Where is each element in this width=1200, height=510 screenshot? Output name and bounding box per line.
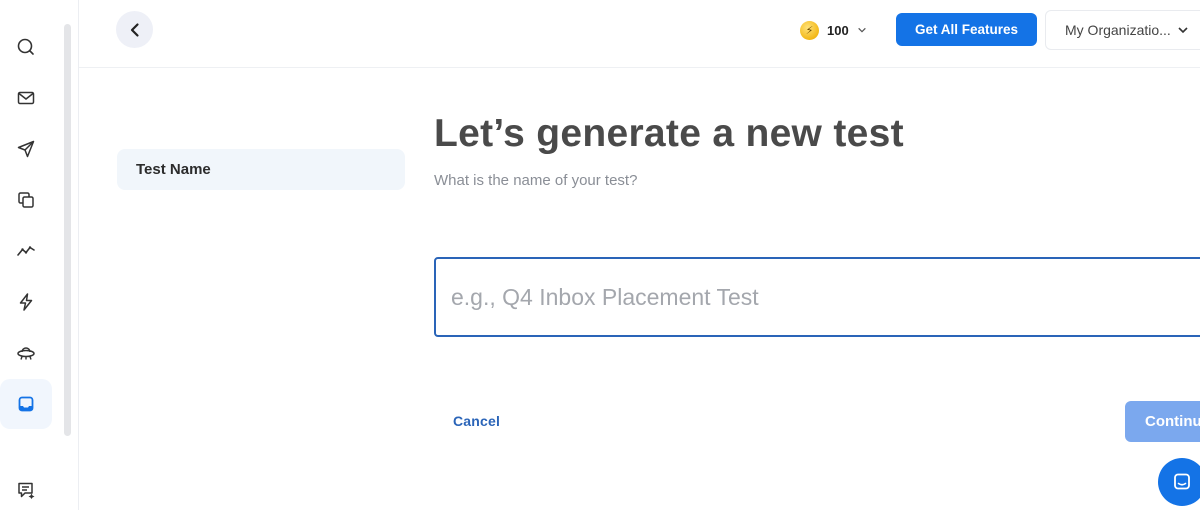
continue-button[interactable]: Continu	[1125, 401, 1200, 442]
credits-count: 100	[827, 22, 849, 38]
back-button[interactable]	[116, 11, 153, 48]
sidebar-item-mail[interactable]	[0, 73, 52, 123]
page-title: Let’s generate a new test	[434, 112, 904, 155]
analytics-icon	[17, 246, 35, 256]
sidebar-item-search[interactable]	[0, 22, 52, 72]
sidebar-item-automation[interactable]	[0, 277, 52, 327]
coin-icon: ⚡	[800, 20, 819, 40]
copy-icon	[18, 192, 34, 208]
organization-name: My Organizatio...	[1065, 22, 1171, 38]
chat-launcher[interactable]	[1158, 458, 1200, 506]
sidebar-scrollbar[interactable]	[64, 24, 71, 436]
credits-dropdown[interactable]: ⚡ 100	[800, 19, 867, 41]
feedback-icon	[18, 482, 35, 499]
chevron-left-icon	[130, 22, 139, 37]
sidebar	[0, 0, 79, 510]
ufo-icon	[17, 347, 35, 360]
sidebar-item-inbox[interactable]	[0, 379, 52, 429]
cancel-button[interactable]: Cancel	[453, 413, 500, 429]
sidebar-item-copy[interactable]	[0, 175, 52, 225]
send-icon	[17, 140, 35, 158]
chevron-down-icon	[857, 23, 867, 38]
search-icon	[17, 38, 34, 55]
step-label: Test Name	[136, 161, 211, 178]
sidebar-item-send[interactable]	[0, 124, 52, 174]
organization-select[interactable]: My Organizatio...	[1045, 10, 1200, 50]
get-all-features-button[interactable]: Get All Features	[896, 13, 1037, 46]
page-subtitle: What is the name of your test?	[434, 172, 638, 189]
mail-icon	[17, 91, 35, 105]
lightning-icon	[19, 293, 33, 311]
top-header: ⚡ 100 Get All Features My Organizatio...	[79, 0, 1200, 68]
inbox-icon	[18, 396, 34, 412]
chat-icon	[1174, 473, 1190, 490]
sidebar-item-explore[interactable]	[0, 328, 52, 378]
sidebar-item-analytics[interactable]	[0, 226, 52, 276]
sidebar-item-feedback[interactable]	[0, 465, 52, 510]
step-test-name[interactable]: Test Name	[117, 149, 405, 190]
chevron-down-icon	[1178, 27, 1188, 34]
test-name-input[interactable]	[434, 257, 1200, 337]
